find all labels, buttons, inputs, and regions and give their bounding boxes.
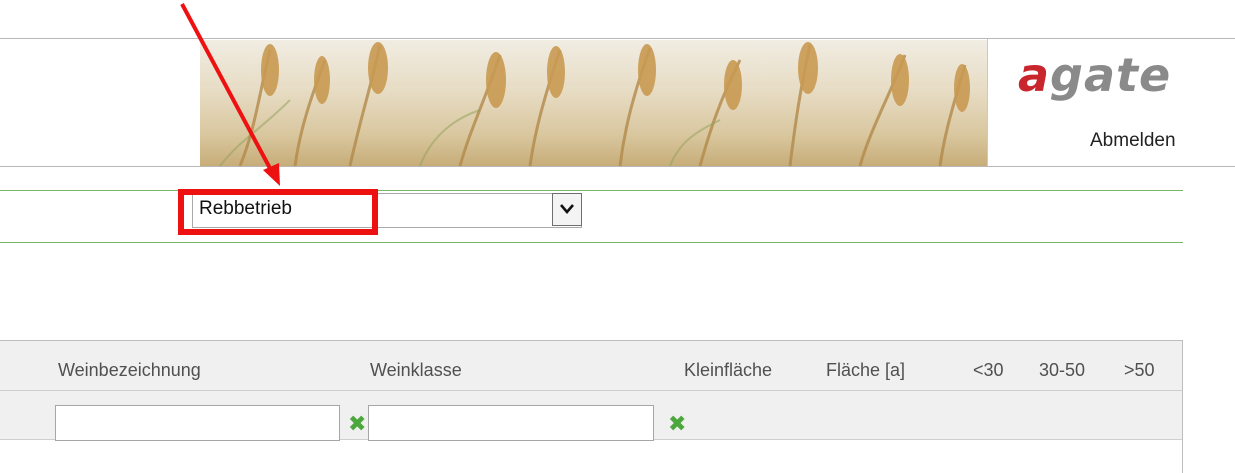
logo-text: gate (1050, 48, 1172, 102)
chevron-down-icon (560, 204, 574, 214)
clear-weinbezeichnung-icon[interactable]: ✖ (348, 413, 366, 435)
table-right-border (1182, 440, 1183, 473)
agate-logo: agate (1018, 45, 1208, 105)
clear-weinklasse-icon[interactable]: ✖ (668, 413, 686, 435)
column-header-weinklasse[interactable]: Weinklasse (370, 360, 462, 381)
filter-bottom-rule (0, 242, 1183, 243)
column-header-weinbezeichnung[interactable]: Weinbezeichnung (58, 360, 201, 381)
column-header-flaeche[interactable]: Fläche [a] (826, 360, 905, 381)
column-header-30-50[interactable]: 30-50 (1039, 360, 1085, 381)
weinklasse-filter-input[interactable] (368, 405, 654, 441)
logout-link[interactable]: Abmelden (1090, 130, 1176, 152)
weinbezeichnung-filter-input[interactable] (55, 405, 340, 441)
header-bottom-rule (0, 166, 1235, 167)
column-header-lt30[interactable]: <30 (973, 360, 1004, 381)
select-dropdown-button[interactable] (552, 193, 582, 226)
header-divider (987, 39, 988, 167)
highlight-box (178, 189, 378, 235)
column-header-gt50[interactable]: >50 (1124, 360, 1155, 381)
header-banner-image (200, 40, 987, 166)
logo-lead-letter: a (1018, 48, 1051, 102)
header-top-rule (0, 38, 1235, 39)
column-header-kleinflaeche[interactable]: Kleinfläche (684, 360, 772, 381)
